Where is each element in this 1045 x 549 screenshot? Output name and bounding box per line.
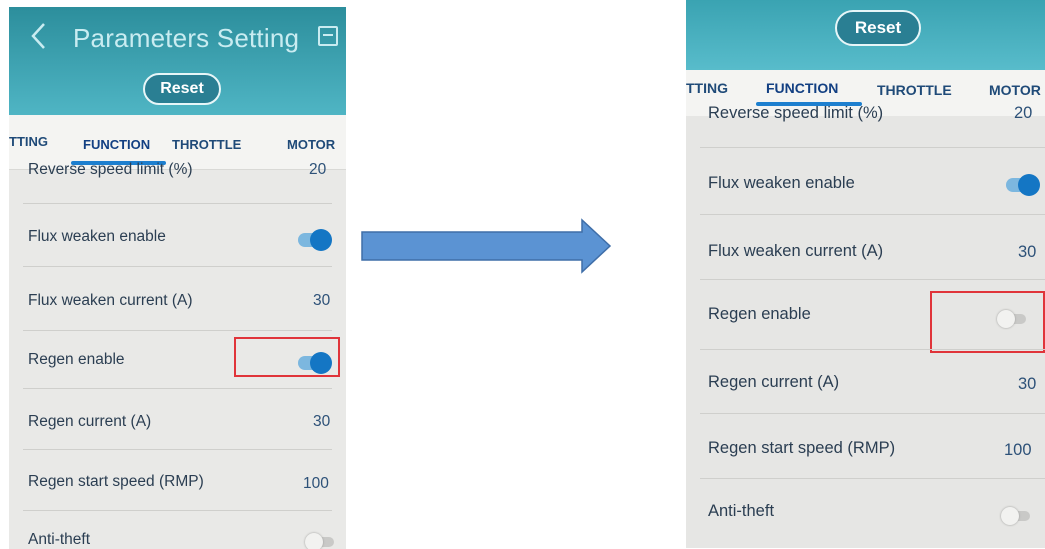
flux-weaken-toggle[interactable]: [298, 229, 332, 251]
divider: [23, 330, 332, 331]
divider: [23, 388, 332, 389]
tab-setting[interactable]: TTING: [686, 80, 728, 96]
divider: [700, 349, 1045, 350]
list-item: Reverse speed limit (%) 20: [686, 104, 1045, 134]
tab-function[interactable]: FUNCTION: [83, 137, 150, 152]
flux-weaken-toggle[interactable]: [1006, 174, 1040, 196]
row-label: Anti-theft: [708, 502, 775, 520]
title-bar: Parameters Setting: [9, 7, 346, 69]
row-value[interactable]: 30: [313, 292, 330, 310]
anti-theft-toggle[interactable]: [1001, 507, 1030, 525]
row-label: Reverse speed limit (%): [708, 104, 884, 122]
screenshot-before: Parameters Setting Reset TTING FUNCTION …: [9, 7, 346, 549]
row-label: Regen start speed (RMP): [28, 473, 204, 490]
anti-theft-toggle[interactable]: [305, 533, 334, 549]
tab-setting[interactable]: TTING: [9, 134, 48, 149]
row-value[interactable]: 20: [309, 161, 326, 179]
tab-function[interactable]: FUNCTION: [766, 80, 838, 96]
reset-button[interactable]: Reset: [143, 73, 221, 105]
list-item: Anti-theft: [686, 500, 1045, 530]
row-value[interactable]: 20: [1014, 104, 1032, 123]
row-label: Flux weaken current (A): [708, 242, 884, 260]
screenshot-after: Reset TTING FUNCTION THROTTLE MOTOR Reve…: [686, 0, 1045, 548]
row-value[interactable]: 30: [313, 413, 330, 431]
list-item: Flux weaken current (A) 30: [9, 287, 346, 317]
row-value[interactable]: 100: [303, 475, 329, 493]
list-item: Regen current (A) 30: [686, 370, 1045, 400]
divider: [700, 147, 1045, 148]
highlight-box: [234, 337, 340, 377]
chevron-left-icon[interactable]: [29, 21, 49, 51]
row-value[interactable]: 30: [1018, 243, 1036, 262]
list-item: Reverse speed limit (%) 20: [9, 161, 346, 196]
row-label: Flux weaken enable: [708, 174, 855, 192]
reset-button[interactable]: Reset: [835, 10, 921, 46]
row-label: Flux weaken current (A): [28, 292, 193, 309]
divider: [700, 214, 1045, 215]
row-value[interactable]: 100: [1004, 441, 1032, 460]
tab-motor[interactable]: MOTOR: [287, 137, 335, 152]
right-arrow-icon: [361, 218, 612, 274]
tab-throttle[interactable]: THROTTLE: [172, 137, 241, 152]
list-item: Anti-theft: [9, 526, 346, 549]
settings-list: Reverse speed limit (%) 20 Flux weaken e…: [686, 104, 1045, 548]
row-label: Regen enable: [708, 305, 811, 323]
divider: [23, 449, 332, 450]
tab-throttle[interactable]: THROTTLE: [877, 82, 952, 98]
row-label: Anti-theft: [28, 531, 91, 548]
highlight-box: [930, 291, 1045, 353]
tab-motor[interactable]: MOTOR: [989, 82, 1041, 98]
list-item: Flux weaken enable: [9, 222, 346, 252]
page-title: Parameters Setting: [73, 23, 300, 53]
app-header: Reset: [686, 0, 1045, 70]
divider: [700, 413, 1045, 414]
settings-list: Reverse speed limit (%) 20 Flux weaken e…: [9, 161, 346, 549]
row-label: Regen current (A): [28, 413, 152, 430]
row-label: Regen enable: [28, 351, 125, 368]
row-value[interactable]: 30: [1018, 375, 1036, 394]
row-label: Flux weaken enable: [28, 228, 166, 245]
row-label: Reverse speed limit (%): [28, 161, 193, 178]
app-header: Parameters Setting Reset: [9, 7, 346, 115]
list-item: Regen start speed (RMP) 100: [9, 468, 346, 498]
row-label: Regen start speed (RMP): [708, 439, 896, 457]
save-icon[interactable]: [318, 26, 338, 46]
list-item: Regen current (A) 30: [9, 408, 346, 438]
divider: [700, 279, 1045, 280]
row-label: Regen current (A): [708, 373, 840, 391]
list-item: Regen start speed (RMP) 100: [686, 436, 1045, 466]
divider: [23, 203, 332, 204]
list-item: Flux weaken current (A) 30: [686, 237, 1045, 267]
divider: [23, 510, 332, 511]
divider: [700, 478, 1045, 479]
divider: [23, 266, 332, 267]
list-item: Flux weaken enable: [686, 169, 1045, 199]
